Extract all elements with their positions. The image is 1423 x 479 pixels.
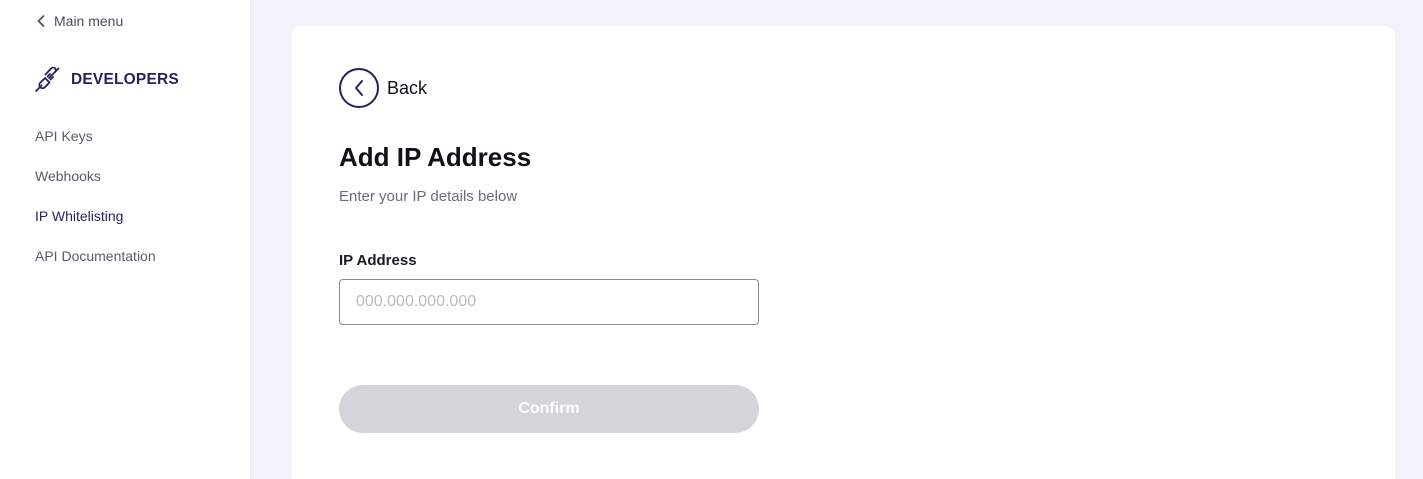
plug-icon xyxy=(34,67,60,93)
sidebar-item-ip-whitelisting[interactable]: IP Whitelisting xyxy=(35,206,123,226)
page-subtitle: Enter your IP details below xyxy=(339,188,518,205)
back-button[interactable]: Back xyxy=(339,68,427,108)
main-menu-label: Main menu xyxy=(54,13,124,29)
ip-address-label: IP Address xyxy=(339,252,417,269)
confirm-button[interactable]: Confirm xyxy=(339,385,759,433)
back-label: Back xyxy=(387,77,428,98)
sidebar: Main menu DEVELOPERS API Keys Webhooks I… xyxy=(0,0,251,479)
section-title: DEVELOPERS xyxy=(71,71,179,88)
ip-address-input[interactable] xyxy=(339,279,759,325)
developers-section-header: DEVELOPERS xyxy=(34,66,179,94)
page-title: Add IP Address xyxy=(339,142,532,172)
chevron-left-icon xyxy=(37,15,45,27)
sidebar-item-api-documentation[interactable]: API Documentation xyxy=(35,246,156,266)
back-arrow-icon xyxy=(339,68,379,108)
sidebar-item-webhooks[interactable]: Webhooks xyxy=(35,166,101,186)
sidebar-item-api-keys[interactable]: API Keys xyxy=(35,126,93,146)
add-ip-card: Back Add IP Address Enter your IP detail… xyxy=(291,26,1395,479)
main-menu-link[interactable]: Main menu xyxy=(37,11,123,31)
